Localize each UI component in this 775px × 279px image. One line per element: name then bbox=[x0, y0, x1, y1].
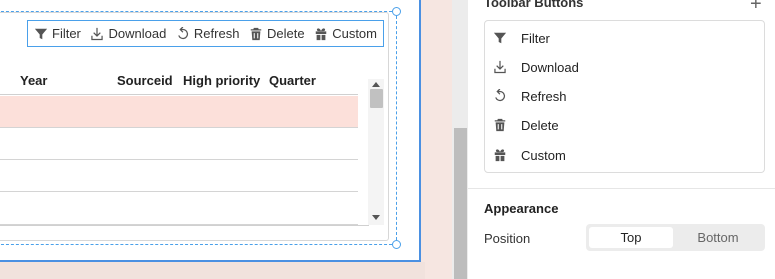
list-item-label: Delete bbox=[521, 117, 559, 133]
position-option-top[interactable]: Top bbox=[589, 227, 673, 248]
list-item-delete[interactable]: Delete bbox=[493, 115, 559, 135]
properties-panel: Toolbar Buttons + Filter Download Refres… bbox=[468, 0, 775, 279]
resize-handle-top-right[interactable] bbox=[392, 7, 401, 16]
position-segmented-control: Top Bottom bbox=[586, 224, 765, 251]
list-item-label: Custom bbox=[521, 147, 566, 163]
canvas-vertical-scrollbar[interactable] bbox=[452, 0, 468, 279]
filter-icon bbox=[493, 32, 507, 44]
list-item-download[interactable]: Download bbox=[493, 57, 579, 77]
trash-icon bbox=[494, 118, 506, 132]
position-label: Position bbox=[484, 231, 531, 246]
resize-handle-bottom-right[interactable] bbox=[392, 240, 401, 249]
plus-icon[interactable]: + bbox=[750, 0, 762, 14]
appearance-title: Appearance bbox=[484, 201, 559, 216]
position-option-bottom[interactable]: Bottom bbox=[676, 227, 760, 248]
canvas-strip bbox=[0, 262, 425, 279]
list-item-label: Filter bbox=[521, 30, 550, 46]
list-item-custom[interactable]: Custom bbox=[493, 145, 566, 165]
gift-icon bbox=[494, 149, 506, 162]
canvas-scrollbar-thumb[interactable] bbox=[454, 128, 467, 279]
toolbar-buttons-list: Filter Download Refresh Delete Custom bbox=[484, 20, 765, 173]
refresh-icon bbox=[495, 89, 506, 102]
section-divider bbox=[468, 188, 775, 189]
toolbar-buttons-title: Toolbar Buttons bbox=[484, 0, 584, 10]
list-item-filter[interactable]: Filter bbox=[493, 28, 550, 48]
list-item-label: Download bbox=[521, 59, 579, 75]
list-item-label: Refresh bbox=[521, 88, 567, 104]
selection-outline bbox=[0, 11, 397, 245]
design-canvas: Year Sourceid High priority Quarter Filt… bbox=[0, 0, 452, 279]
list-item-refresh[interactable]: Refresh bbox=[493, 86, 567, 106]
download-icon bbox=[494, 60, 506, 74]
